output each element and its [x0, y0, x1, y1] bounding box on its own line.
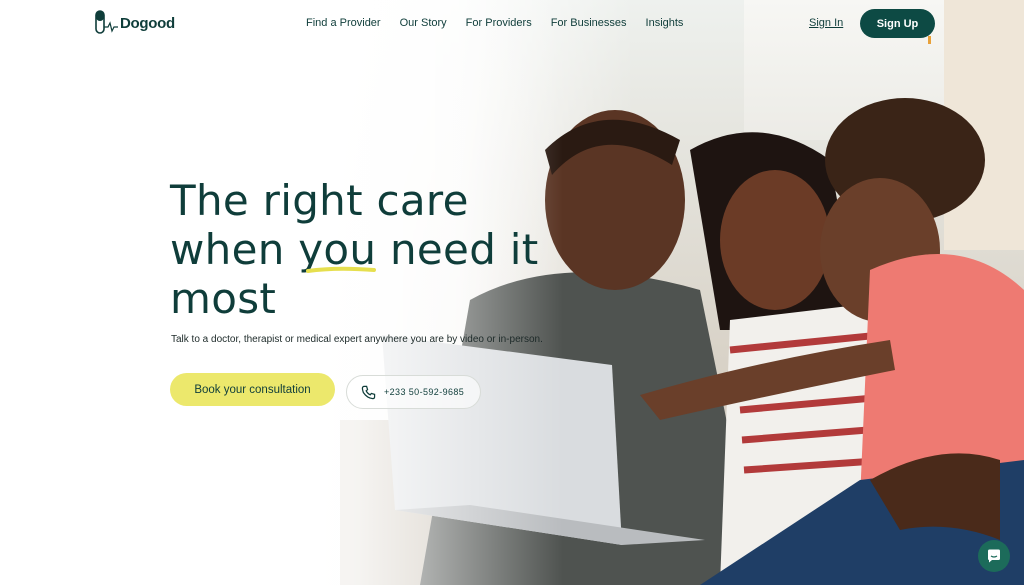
accent-tick — [928, 36, 931, 44]
chat-launcher[interactable] — [978, 540, 1010, 572]
phone-button[interactable]: +233 50-592-9685 — [346, 375, 481, 409]
phone-number: +233 50-592-9685 — [384, 387, 465, 397]
nav-our-story[interactable]: Our Story — [400, 17, 447, 29]
sign-up-button[interactable]: Sign Up — [860, 9, 935, 38]
nav-links: Find a Provider Our Story For Providers … — [306, 17, 683, 29]
hero-headline: The right care when you need it most — [170, 176, 590, 323]
brand-name: Dogood — [120, 14, 175, 32]
nav-for-businesses[interactable]: For Businesses — [551, 17, 627, 29]
sign-in-link[interactable]: Sign In — [809, 17, 843, 29]
headline-underline-swash — [306, 266, 376, 273]
pill-logo-icon — [95, 10, 118, 34]
book-consultation-button[interactable]: Book your consultation — [170, 373, 335, 406]
phone-icon — [361, 385, 376, 399]
hero-subtitle: Talk to a doctor, therapist or medical e… — [171, 334, 543, 345]
nav-insights[interactable]: Insights — [646, 17, 684, 29]
brand-logo[interactable]: Dogood — [94, 10, 175, 36]
top-nav: Dogood Find a Provider Our Story For Pro… — [0, 0, 1024, 48]
nav-find-provider[interactable]: Find a Provider — [306, 17, 381, 29]
chat-icon — [988, 549, 1000, 563]
headline-line-3: most — [170, 274, 277, 323]
nav-for-providers[interactable]: For Providers — [466, 17, 532, 29]
headline-line-1: The right care — [170, 176, 469, 225]
